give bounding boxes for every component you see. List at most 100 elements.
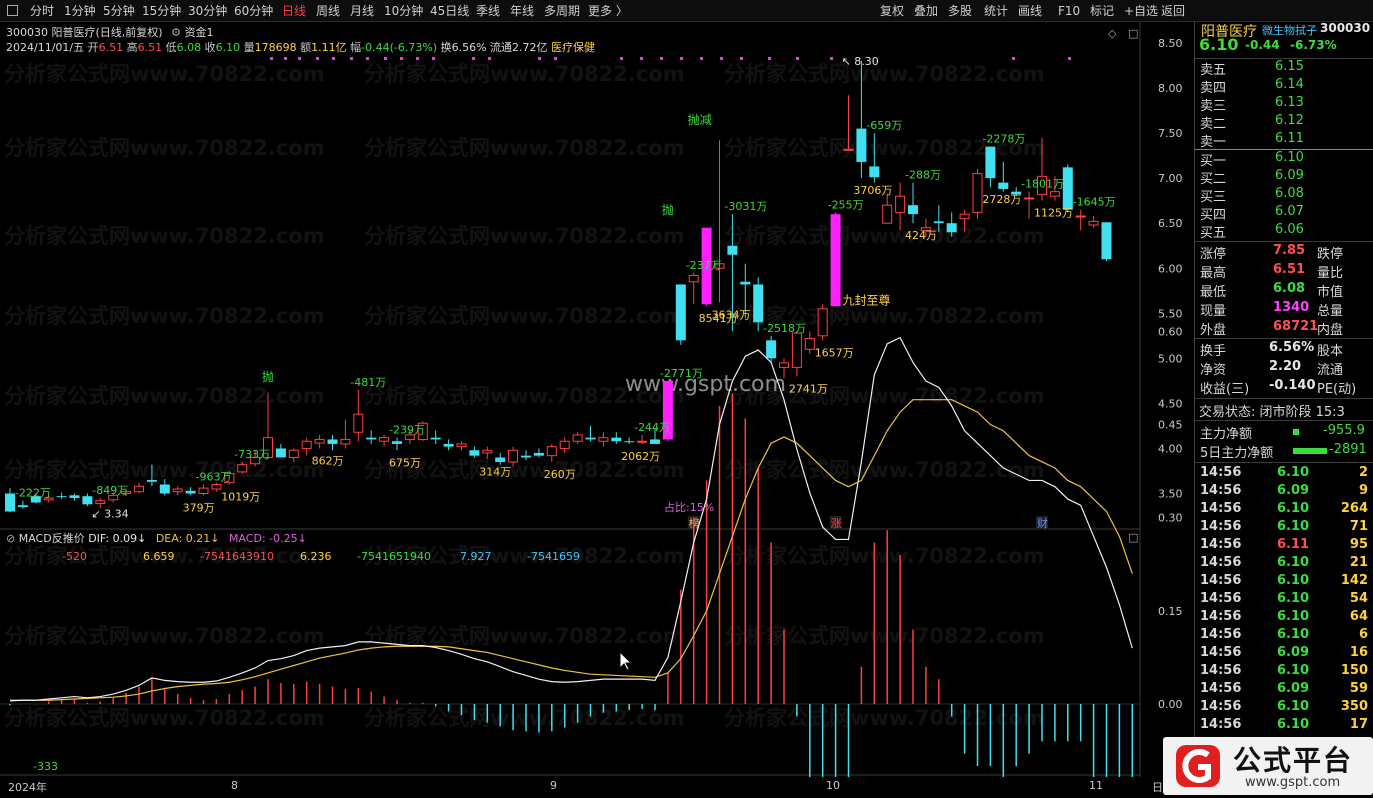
candle[interactable] bbox=[69, 493, 80, 501]
candle[interactable] bbox=[1062, 164, 1073, 213]
candle[interactable] bbox=[714, 140, 725, 303]
candle[interactable] bbox=[366, 430, 377, 444]
period-tab-13[interactable]: 多周期 bbox=[544, 3, 580, 20]
toolbar-right-button-6[interactable]: 标记 bbox=[1090, 3, 1114, 20]
candle[interactable] bbox=[1101, 222, 1112, 262]
candle[interactable] bbox=[817, 304, 828, 341]
candle[interactable] bbox=[611, 432, 622, 444]
candle[interactable] bbox=[959, 209, 970, 233]
candle[interactable] bbox=[972, 169, 983, 219]
candle[interactable] bbox=[275, 443, 286, 458]
candle[interactable] bbox=[379, 434, 390, 447]
candle[interactable] bbox=[172, 486, 183, 496]
diamond-icon[interactable]: ◇ bbox=[1108, 27, 1117, 40]
candle[interactable] bbox=[688, 272, 699, 305]
candle[interactable] bbox=[17, 500, 28, 509]
candle[interactable] bbox=[198, 484, 209, 496]
period-tab-7[interactable]: 周线 bbox=[316, 3, 340, 20]
event-badge[interactable]: 财 bbox=[1037, 516, 1048, 530]
toolbar-right-button-5[interactable]: F10 bbox=[1058, 3, 1080, 20]
toolbar-right-button-2[interactable]: 多股 bbox=[948, 3, 972, 20]
event-badge[interactable]: 涨 bbox=[831, 517, 842, 530]
period-tab-12[interactable]: 年线 bbox=[510, 3, 534, 20]
period-tab-2[interactable]: 5分钟 bbox=[103, 3, 135, 20]
candle[interactable] bbox=[1088, 215, 1099, 228]
candle[interactable] bbox=[1075, 209, 1086, 231]
candle[interactable] bbox=[637, 434, 648, 444]
candle[interactable] bbox=[340, 419, 351, 449]
candle[interactable] bbox=[456, 441, 467, 451]
candle[interactable] bbox=[779, 358, 789, 379]
period-tab-14[interactable]: 更多 〉 bbox=[588, 3, 628, 20]
candle[interactable] bbox=[753, 277, 764, 332]
candle[interactable] bbox=[830, 212, 841, 307]
candle[interactable] bbox=[585, 425, 596, 442]
candle[interactable] bbox=[521, 450, 531, 461]
candle[interactable] bbox=[998, 161, 1009, 192]
candle[interactable] bbox=[843, 95, 854, 151]
candle[interactable] bbox=[56, 492, 67, 499]
candle[interactable] bbox=[933, 205, 944, 233]
candle[interactable] bbox=[946, 212, 957, 237]
candle[interactable] bbox=[353, 389, 364, 442]
candle[interactable] bbox=[791, 331, 802, 377]
period-tab-0[interactable]: 分时 bbox=[30, 3, 54, 20]
toolbar-right-button-0[interactable]: 复权 bbox=[880, 3, 904, 20]
minimize-icon[interactable]: □ bbox=[1128, 27, 1138, 40]
toolbar-right-button-8[interactable]: 返回 bbox=[1161, 3, 1185, 20]
period-tab-1[interactable]: 1分钟 bbox=[64, 3, 96, 20]
period-tab-3[interactable]: 15分钟 bbox=[142, 3, 181, 20]
toolbar-right-button-1[interactable]: 叠加 bbox=[914, 3, 938, 20]
candle[interactable] bbox=[134, 482, 144, 494]
candle[interactable] bbox=[882, 194, 893, 224]
candle[interactable] bbox=[211, 482, 222, 492]
period-tab-11[interactable]: 季线 bbox=[476, 3, 500, 20]
toolbar-right-button-4[interactable]: 画线 bbox=[1018, 3, 1042, 20]
candle[interactable] bbox=[5, 488, 15, 513]
candle[interactable] bbox=[572, 432, 583, 444]
candle[interactable] bbox=[327, 434, 338, 451]
candle[interactable] bbox=[469, 446, 480, 458]
window-menu-icon[interactable] bbox=[7, 5, 18, 16]
candle[interactable] bbox=[508, 446, 519, 467]
candle[interactable] bbox=[675, 284, 686, 345]
candle[interactable] bbox=[1037, 137, 1047, 201]
candle[interactable] bbox=[146, 464, 157, 487]
main-net-label[interactable]: 主力净额 bbox=[1200, 423, 1252, 442]
candle[interactable] bbox=[443, 439, 454, 451]
candle[interactable] bbox=[392, 437, 402, 451]
candle[interactable] bbox=[430, 430, 441, 444]
period-tab-10[interactable]: 45日线 bbox=[430, 3, 469, 20]
panel-close-icon[interactable]: □ bbox=[1128, 531, 1138, 544]
period-tab-6[interactable]: 日线 bbox=[282, 3, 306, 20]
candle[interactable] bbox=[559, 437, 570, 453]
period-tab-5[interactable]: 60分钟 bbox=[234, 3, 273, 20]
candle[interactable] bbox=[82, 493, 93, 507]
candle[interactable] bbox=[237, 461, 248, 474]
candle[interactable] bbox=[624, 437, 635, 444]
toolbar-right-button-7[interactable]: +自选 bbox=[1124, 3, 1158, 20]
period-tab-4[interactable]: 30分钟 bbox=[188, 3, 227, 20]
candle[interactable] bbox=[895, 182, 906, 231]
candle[interactable] bbox=[1024, 191, 1035, 219]
chevron-down-icon[interactable]: ⊘ bbox=[6, 532, 15, 545]
candle[interactable] bbox=[546, 443, 557, 462]
candle[interactable] bbox=[288, 448, 299, 462]
candle[interactable] bbox=[495, 452, 506, 465]
candle[interactable] bbox=[301, 437, 312, 456]
candle[interactable] bbox=[482, 446, 493, 460]
candle[interactable] bbox=[95, 498, 106, 508]
kline-chart[interactable]: 8.50 8.00 7.50 7.00 6.50 6.00 5.50 5.00 4.50 4.00… bbox=[0, 22, 1193, 777]
candle[interactable] bbox=[598, 432, 609, 447]
candle[interactable] bbox=[985, 146, 996, 188]
candle[interactable] bbox=[185, 487, 196, 496]
period-tab-8[interactable]: 月线 bbox=[350, 3, 374, 20]
candle[interactable] bbox=[533, 448, 544, 458]
candle[interactable] bbox=[856, 61, 867, 179]
candle[interactable] bbox=[159, 479, 170, 496]
toolbar-right-button-3[interactable]: 统计 bbox=[984, 3, 1008, 20]
candle[interactable] bbox=[908, 182, 918, 224]
candle[interactable] bbox=[804, 331, 815, 354]
candle[interactable] bbox=[869, 133, 880, 183]
macd-label[interactable]: MACD反推价 bbox=[19, 532, 85, 545]
